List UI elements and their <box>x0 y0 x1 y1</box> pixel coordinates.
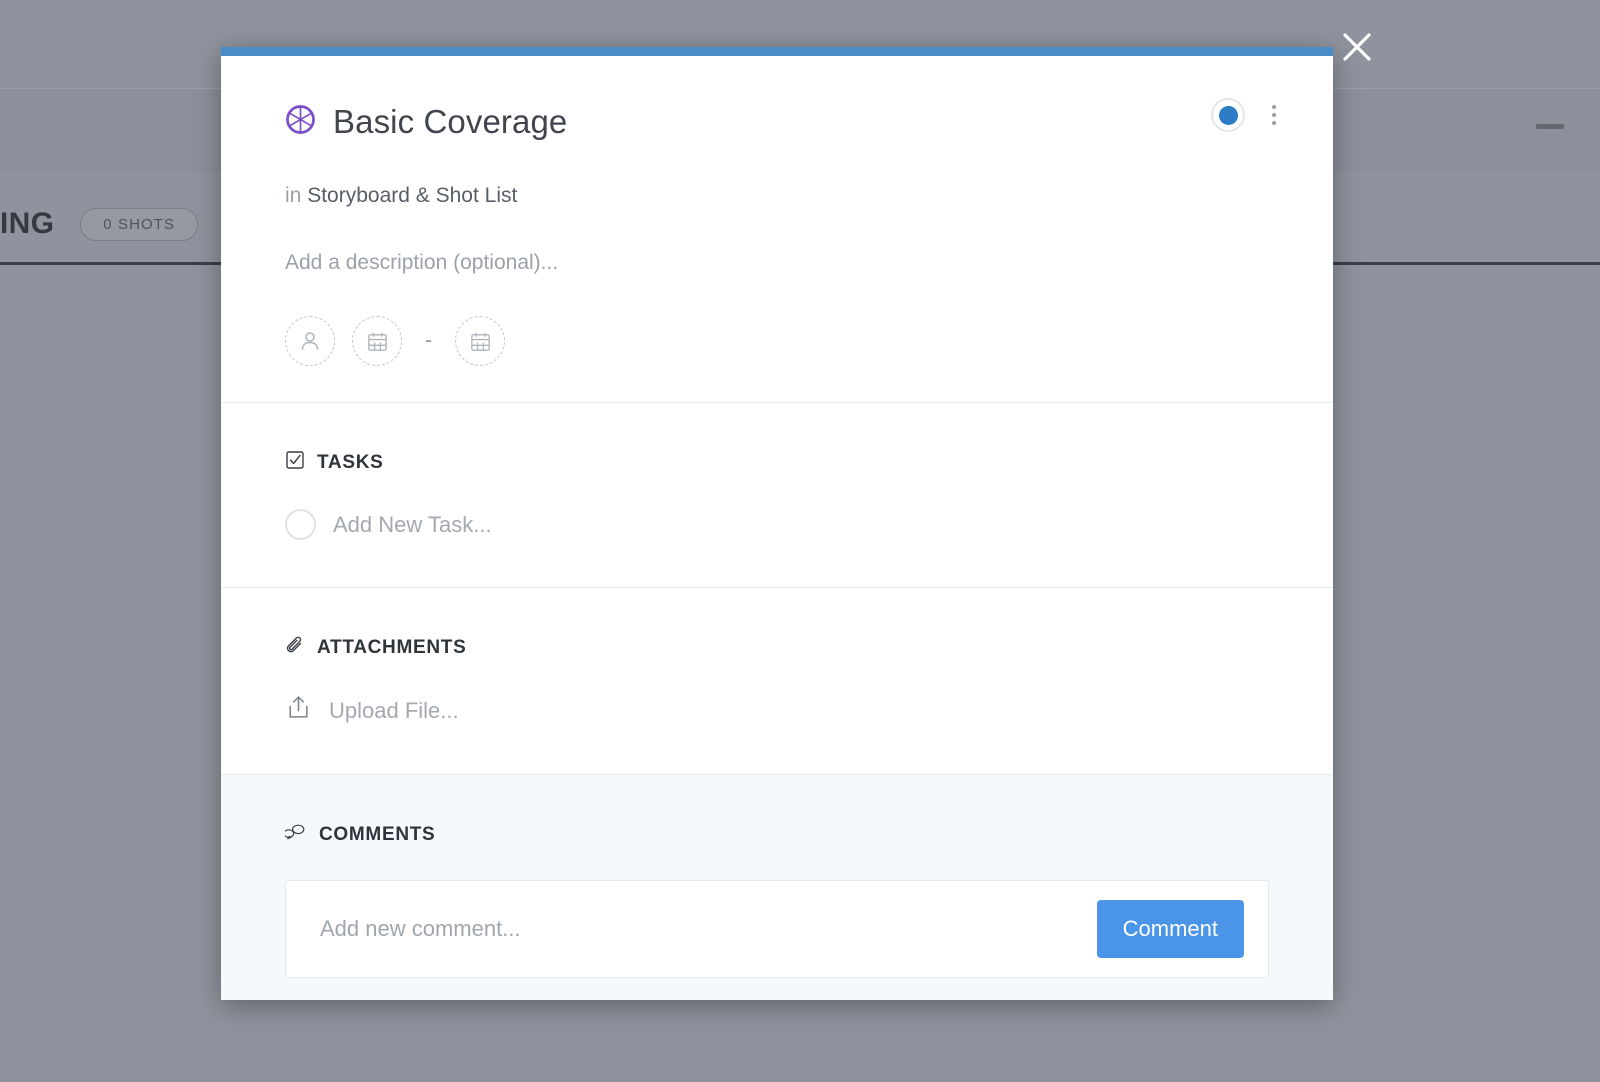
board-name[interactable]: Storyboard & Shot List <box>307 184 517 207</box>
add-task-placeholder: Add New Task... <box>333 511 492 537</box>
comments-icon <box>283 822 307 848</box>
date-separator: - <box>425 329 432 352</box>
card-header-controls <box>1211 98 1285 132</box>
board-prefix: in <box>285 184 302 207</box>
more-vertical-icon[interactable] <box>1263 98 1285 132</box>
description-field[interactable]: Add a description (optional)... <box>285 251 1269 275</box>
tasks-heading-row: TASKS <box>285 450 1269 476</box>
add-task-row[interactable]: Add New Task... <box>285 509 1269 540</box>
card-title-row: Basic Coverage <box>285 103 1269 141</box>
card-meta-row: - <box>285 316 1269 366</box>
tasks-heading: TASKS <box>317 452 384 473</box>
page-title: Basic Coverage <box>333 103 568 140</box>
close-icon[interactable] <box>1338 28 1376 66</box>
empty-circle-icon <box>285 509 316 540</box>
minimize-icon[interactable] <box>1536 124 1564 129</box>
board-breadcrumb: in Storyboard & Shot List <box>285 184 1269 208</box>
background-header: ING 0 SHOTS <box>0 198 199 250</box>
upload-file-row[interactable]: Upload File... <box>285 694 1269 727</box>
comment-composer: Comment <box>285 880 1269 978</box>
comments-section: COMMENTS Comment <box>221 775 1333 1000</box>
card-detail-modal: Basic Coverage in Storyboard & Shot List… <box>221 47 1333 1000</box>
comment-input[interactable] <box>320 881 1097 977</box>
background-page-title: ING <box>0 207 55 240</box>
attachments-heading: ATTACHMENTS <box>317 637 467 658</box>
paperclip-icon <box>285 635 305 661</box>
tasks-section: TASKS Add New Task... <box>221 403 1333 587</box>
comments-heading-row: COMMENTS <box>283 822 1269 848</box>
status-dot-icon[interactable] <box>1211 98 1245 132</box>
attachments-heading-row: ATTACHMENTS <box>285 635 1269 661</box>
upload-file-label: Upload File... <box>329 697 459 723</box>
modal-accent-bar <box>221 47 1333 56</box>
comments-heading: COMMENTS <box>319 824 436 845</box>
comment-submit-button[interactable]: Comment <box>1096 900 1244 958</box>
person-icon[interactable] <box>285 316 335 366</box>
card-header-section: Basic Coverage in Storyboard & Shot List… <box>221 56 1333 402</box>
calendar-icon[interactable] <box>455 316 505 366</box>
shots-count-badge: 0 SHOTS <box>80 207 199 241</box>
upload-icon <box>285 694 312 727</box>
attachments-section: ATTACHMENTS Upload File... <box>221 588 1333 774</box>
aperture-icon <box>285 104 316 140</box>
checkbox-checked-icon <box>285 450 305 476</box>
calendar-icon[interactable] <box>352 316 402 366</box>
